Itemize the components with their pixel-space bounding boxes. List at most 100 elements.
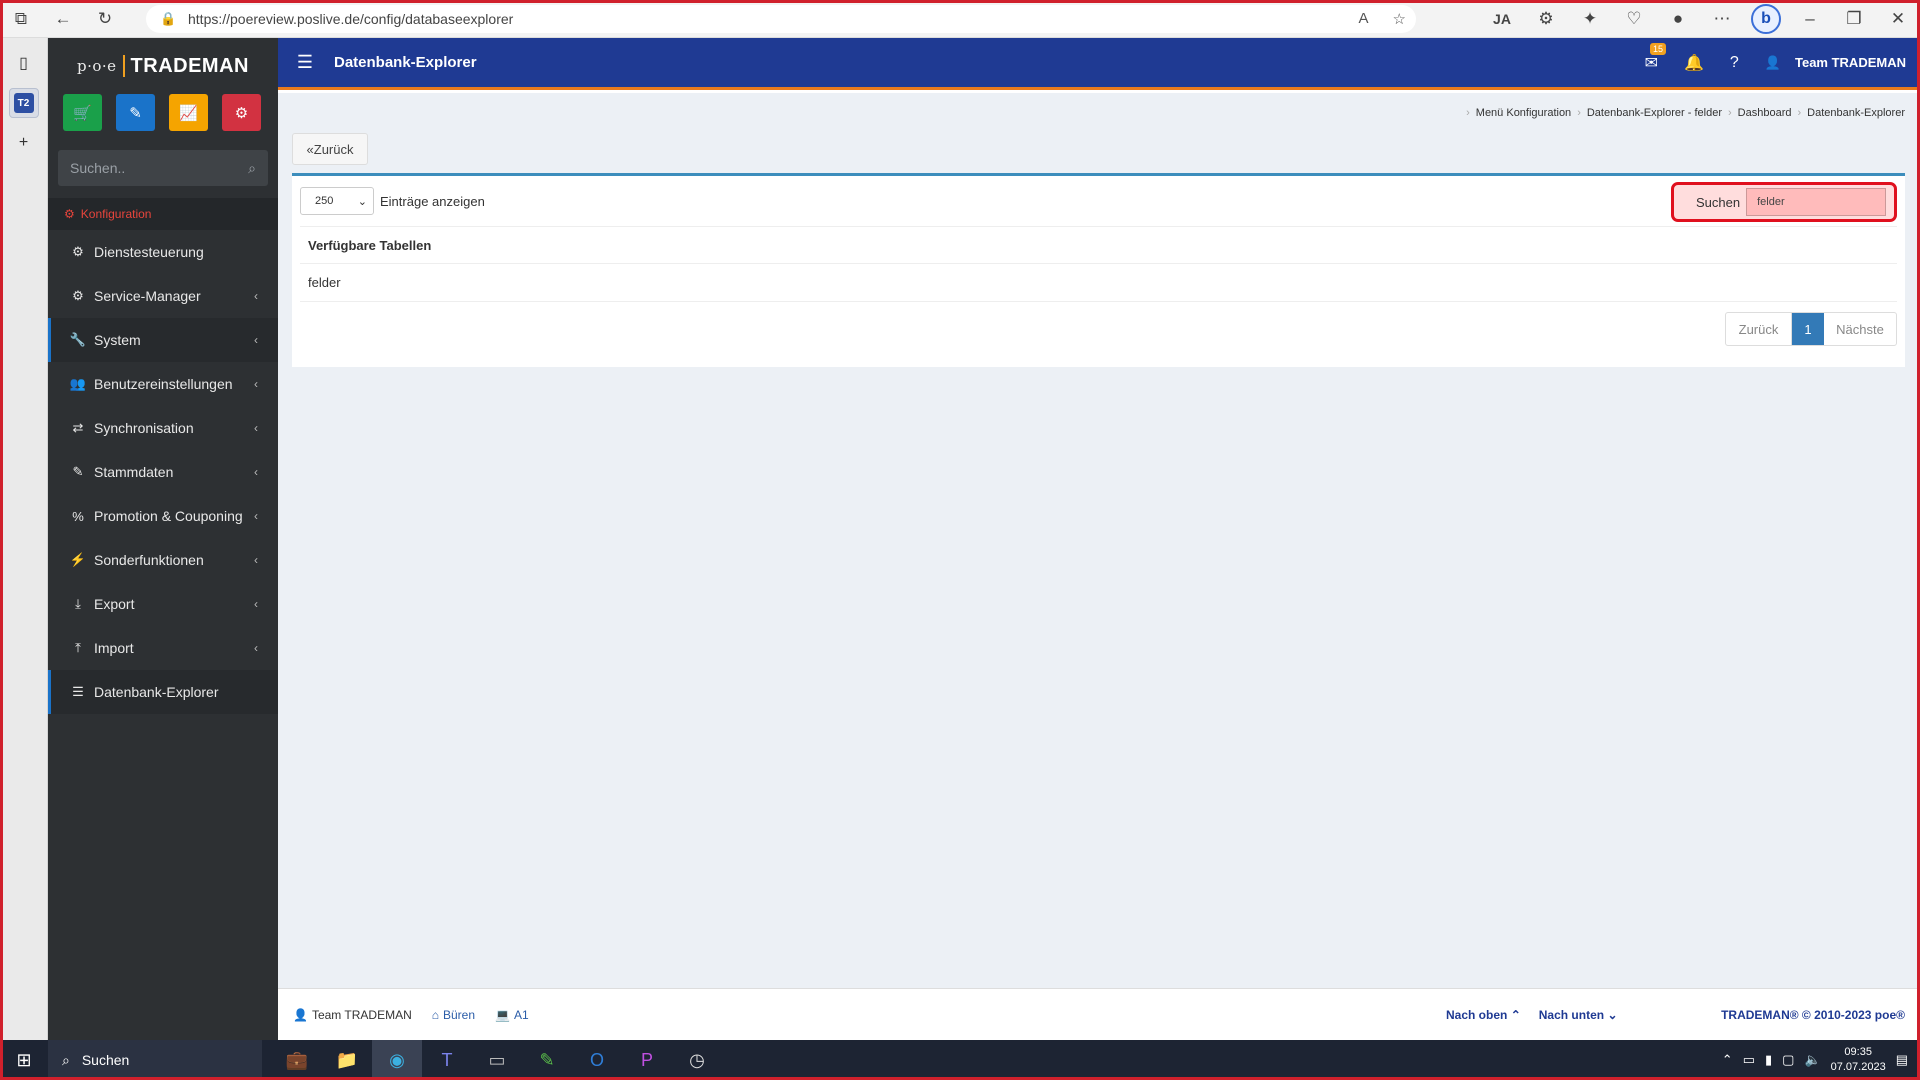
sidebar-item-label: Dienstesteuerung [94, 244, 204, 260]
hamburger-menu-icon[interactable]: ☰ [284, 52, 326, 73]
user-icon: 👤 [293, 1007, 308, 1022]
sidebar-item-stammdaten[interactable]: ✎ Stammdaten ‹ [48, 450, 278, 494]
sidebar-item-export[interactable]: ⤓ Export ‹ [48, 582, 278, 626]
config-button[interactable]: ⚙ [222, 94, 261, 131]
scroll-up-link[interactable]: Nach oben ⌃ [1446, 1008, 1521, 1022]
minimize-icon[interactable]: – [1788, 0, 1832, 38]
bell-icon[interactable]: 🔔 [1684, 53, 1704, 73]
sidebar-menu: ⚙ Dienstesteuerung ⚙ Service-Manager ‹ 🔧 Syste… [48, 230, 278, 714]
logo-divider [122, 55, 125, 77]
phpstorm-icon[interactable]: P [622, 1040, 672, 1080]
notification-icon[interactable]: ▤ [1896, 1052, 1908, 1068]
table-row[interactable]: felder [300, 264, 1897, 302]
extensions-puzzle-icon[interactable]: ✦ [1568, 0, 1612, 38]
sidebar-item-promotion-couponing[interactable]: % Promotion & Couponing ‹ [48, 494, 278, 538]
tab-actions-icon[interactable]: ⧉ [0, 0, 42, 38]
terminal-app-icon[interactable]: ▭ [472, 1040, 522, 1080]
battery-icon[interactable]: ▮ [1765, 1052, 1772, 1068]
more-menu-icon[interactable]: ⋯ [1700, 0, 1744, 38]
extension-gear-icon[interactable]: ⚙ [1524, 0, 1568, 38]
address-bar[interactable]: 🔒 https://poereview.poslive.de/config/da… [146, 5, 1416, 33]
read-aloud-icon[interactable]: A [1359, 10, 1369, 28]
taskbar-search[interactable]: ⌕ Suchen [48, 1040, 262, 1080]
new-tab-plus-icon[interactable]: + [9, 128, 39, 158]
footer-terminal-link[interactable]: 💻 A1 [495, 1008, 529, 1022]
tab-panel-toggle-icon[interactable]: ▯ [9, 48, 39, 78]
pagination-prev-button[interactable]: Zurück [1726, 313, 1792, 345]
cart-button[interactable]: 🛒 [63, 94, 102, 131]
pagination-page-1[interactable]: 1 [1792, 313, 1824, 345]
breadcrumb-item[interactable]: Datenbank-Explorer - felder [1587, 107, 1722, 119]
sidebar-item-service-manager[interactable]: ⚙ Service-Manager ‹ [48, 274, 278, 318]
search-icon[interactable]: ⌕ [248, 160, 256, 177]
taskbar-clock[interactable]: 09:35 07.07.2023 [1831, 1045, 1886, 1075]
bing-button[interactable]: b [1744, 0, 1788, 38]
pagination-next-button[interactable]: Nächste [1824, 313, 1896, 345]
back-button[interactable]: « Zurück [292, 133, 368, 165]
taskbar-search-label: Suchen [81, 1052, 130, 1068]
favorites-icon[interactable]: ♡ [1612, 0, 1656, 38]
edit-button[interactable]: ✎ [116, 94, 155, 131]
sidebar-item-label: Stammdaten [94, 464, 174, 480]
search-input[interactable] [1746, 188, 1887, 216]
sidebar-item-datenbank-explorer[interactable]: ☰ Datenbank-Explorer [48, 670, 278, 714]
close-icon[interactable]: ✕ [1876, 0, 1920, 38]
logo[interactable]: p·o·e TRADEMAN [48, 38, 278, 94]
notepad-app-icon[interactable]: ✎ [522, 1040, 572, 1080]
profile-icon[interactable]: ● [1656, 0, 1700, 38]
sidebar-item-sonderfunktionen[interactable]: ⚡ Sonderfunktionen ‹ [48, 538, 278, 582]
sidebar-item-label: Datenbank-Explorer [94, 684, 219, 700]
display-icon[interactable]: ▢ [1782, 1052, 1794, 1068]
tray-expand-icon[interactable]: ⌃ [1722, 1052, 1733, 1068]
extension-ja-icon[interactable]: JA [1480, 0, 1524, 38]
help-icon[interactable]: ? [1730, 54, 1739, 72]
sidebar-search-input[interactable]: Suchen.. ⌕ [58, 150, 268, 186]
tab-trademan[interactable]: T2 [8, 88, 39, 118]
teams-icon[interactable]: T [422, 1040, 472, 1080]
messages-button[interactable]: ✉ 15 [1645, 42, 1666, 73]
sidebar-item-import[interactable]: ⤒ Import ‹ [48, 626, 278, 670]
sidebar-item-system[interactable]: 🔧 System ‹ [48, 318, 278, 362]
sidebar-section-header: ⚙ Konfiguration [48, 198, 278, 230]
breadcrumb-item[interactable]: Menü Konfiguration [1476, 107, 1571, 119]
cart-icon: 🛒 [73, 104, 92, 122]
outlook-icon[interactable]: O [572, 1040, 622, 1080]
page-size-select[interactable]: 250 ⌄ [300, 187, 374, 215]
browser-toolbar: ⧉ ← ↻ 🔒 https://poereview.poslive.de/con… [0, 0, 1920, 38]
edge-browser-icon[interactable]: ◉ [372, 1040, 422, 1080]
app-sidebar: p·o·e TRADEMAN 🛒 ✎ 📈 ⚙ Suchen.. ⌕ ⚙ Konf… [48, 38, 278, 1040]
sidebar-item-label: Export [94, 596, 135, 612]
sidebar-item-synchronisation[interactable]: ⇄ Synchronisation ‹ [48, 406, 278, 450]
refresh-icon[interactable]: ↻ [84, 0, 126, 38]
briefcase-app-icon[interactable]: 💼 [272, 1040, 322, 1080]
search-label: Suchen [1696, 194, 1741, 210]
home-icon: ⌂ [431, 1007, 439, 1022]
file-explorer-icon[interactable]: 📁 [322, 1040, 372, 1080]
sidebar-item-label: Synchronisation [94, 420, 194, 436]
network-icon[interactable]: ▭ [1743, 1052, 1755, 1068]
chart-button[interactable]: 📈 [169, 94, 208, 131]
restore-icon[interactable]: ❐ [1832, 0, 1876, 38]
copyright: TRADEMAN® © 2010-2023 poe® [1721, 1007, 1905, 1022]
double-chevron-left-icon: « [306, 141, 314, 157]
system-tray: ⌃ ▭ ▮ ▢ 🔈 09:35 07.07.2023 ▤ [1722, 1040, 1920, 1080]
favorite-star-icon[interactable]: ☆ [1393, 10, 1406, 28]
back-arrow-icon[interactable]: ← [42, 0, 84, 38]
sidebar-item-label: Benutzereinstellungen [94, 376, 233, 392]
sidebar-item-dienstesteuerung[interactable]: ⚙ Dienstesteuerung [48, 230, 278, 274]
windows-start-icon[interactable]: ⊞ [0, 1040, 48, 1080]
url-text[interactable]: https://poereview.poslive.de/config/data… [188, 11, 513, 27]
database-icon: ☰ [72, 684, 84, 699]
entries-label: Einträge anzeigen [380, 193, 485, 209]
breadcrumb-item[interactable]: Dashboard [1738, 107, 1792, 119]
clock-app-icon[interactable]: ◷ [672, 1040, 722, 1080]
scroll-down-label: Nach unten [1538, 1007, 1605, 1022]
volume-icon[interactable]: 🔈 [1804, 1052, 1820, 1068]
footer-location-link[interactable]: ⌂ Büren [432, 1008, 475, 1022]
scroll-down-link[interactable]: Nach unten ⌄ [1539, 1008, 1618, 1022]
gears-icon: ⚙ [234, 104, 249, 122]
user-menu[interactable]: 👤 Team TRADEMAN [1765, 55, 1906, 71]
sidebar-item-label: System [94, 332, 141, 348]
sidebar-item-benutzereinstellungen[interactable]: 👥 Benutzereinstellungen ‹ [48, 362, 278, 406]
chevron-left-icon: ‹ [254, 333, 258, 347]
